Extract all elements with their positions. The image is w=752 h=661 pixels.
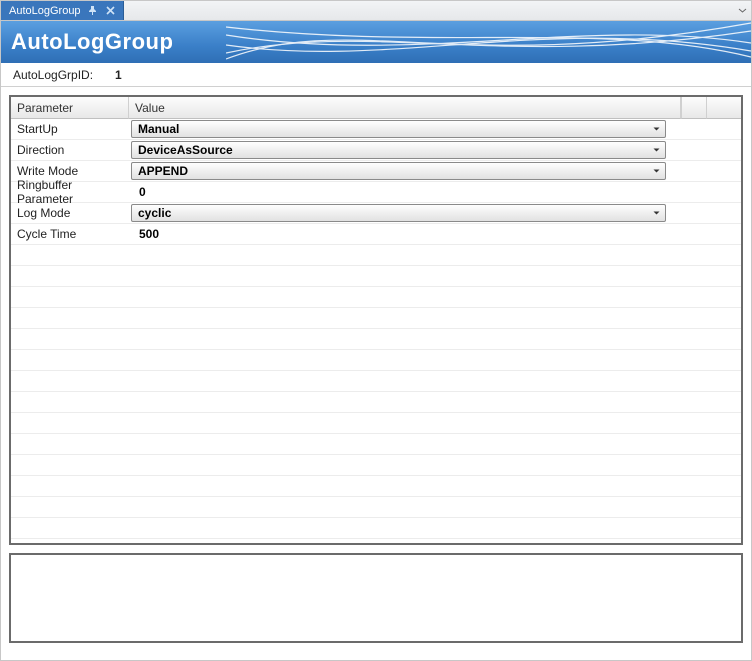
grid-header: Parameter Value — [11, 97, 741, 119]
param-cell: Ringbuffer Parameter — [11, 178, 129, 206]
close-icon[interactable] — [105, 5, 117, 17]
param-cell: Write Mode — [11, 164, 129, 178]
table-row — [11, 308, 741, 329]
chevron-down-icon — [652, 167, 661, 176]
select-write-mode[interactable]: APPEND — [131, 162, 666, 180]
table-row — [11, 434, 741, 455]
grid-body: StartUp Manual Direction DeviceAsSource Writ… — [11, 119, 741, 543]
table-row — [11, 287, 741, 308]
pin-icon[interactable] — [87, 5, 99, 17]
autologgrpid-value: 1 — [115, 68, 122, 82]
select-value: DeviceAsSource — [138, 143, 233, 157]
tab-label: AutoLogGroup — [9, 5, 81, 17]
tab-autologgroup[interactable]: AutoLogGroup — [1, 1, 124, 20]
chevron-down-icon — [652, 146, 661, 155]
param-cell: StartUp — [11, 122, 129, 136]
table-row[interactable]: Cycle Time500 — [11, 224, 741, 245]
page-title: AutoLogGroup — [11, 29, 173, 55]
output-panel — [9, 553, 743, 643]
autologgrpid-label: AutoLogGrpID: — [13, 68, 93, 82]
value-cell: 0 — [129, 185, 741, 199]
parameter-grid: Parameter Value StartUp Manual Direction De… — [9, 95, 743, 545]
table-row[interactable]: StartUp Manual — [11, 119, 741, 140]
select-value: cyclic — [138, 206, 171, 220]
header-spacer-2 — [707, 97, 741, 119]
select-value: APPEND — [138, 164, 188, 178]
tab-strip: AutoLogGroup — [1, 1, 751, 21]
tab-overflow-icon[interactable] — [738, 1, 747, 20]
table-row[interactable]: Log Mode cyclic — [11, 203, 741, 224]
table-row — [11, 455, 741, 476]
table-row — [11, 266, 741, 287]
header-spacer-1 — [681, 97, 707, 119]
select-log-mode[interactable]: cyclic — [131, 204, 666, 222]
value-cell: cyclic — [129, 204, 741, 222]
select-value: Manual — [138, 122, 179, 136]
select-startup[interactable]: Manual — [131, 120, 666, 138]
table-row — [11, 245, 741, 266]
select-direction[interactable]: DeviceAsSource — [131, 141, 666, 159]
param-cell: Log Mode — [11, 206, 129, 220]
param-cell: Cycle Time — [11, 227, 129, 241]
table-row[interactable]: Direction DeviceAsSource — [11, 140, 741, 161]
table-row — [11, 476, 741, 497]
table-row — [11, 497, 741, 518]
id-bar: AutoLogGrpID: 1 — [1, 63, 751, 87]
value-cell: DeviceAsSource — [129, 141, 741, 159]
header-value[interactable]: Value — [129, 97, 681, 119]
banner-waves-icon — [226, 21, 751, 63]
param-cell: Direction — [11, 143, 129, 157]
table-row — [11, 392, 741, 413]
banner: AutoLogGroup — [1, 21, 751, 63]
value-cell: Manual — [129, 120, 741, 138]
value-cell: APPEND — [129, 162, 741, 180]
table-row — [11, 350, 741, 371]
table-row — [11, 413, 741, 434]
table-row — [11, 518, 741, 539]
table-row — [11, 371, 741, 392]
value-ringbuffer-parameter[interactable]: 0 — [131, 185, 146, 199]
chevron-down-icon — [652, 125, 661, 134]
table-row — [11, 329, 741, 350]
chevron-down-icon — [652, 209, 661, 218]
table-row[interactable]: Ringbuffer Parameter0 — [11, 182, 741, 203]
header-parameter[interactable]: Parameter — [11, 97, 129, 119]
value-cycle-time[interactable]: 500 — [131, 227, 159, 241]
value-cell: 500 — [129, 227, 741, 241]
